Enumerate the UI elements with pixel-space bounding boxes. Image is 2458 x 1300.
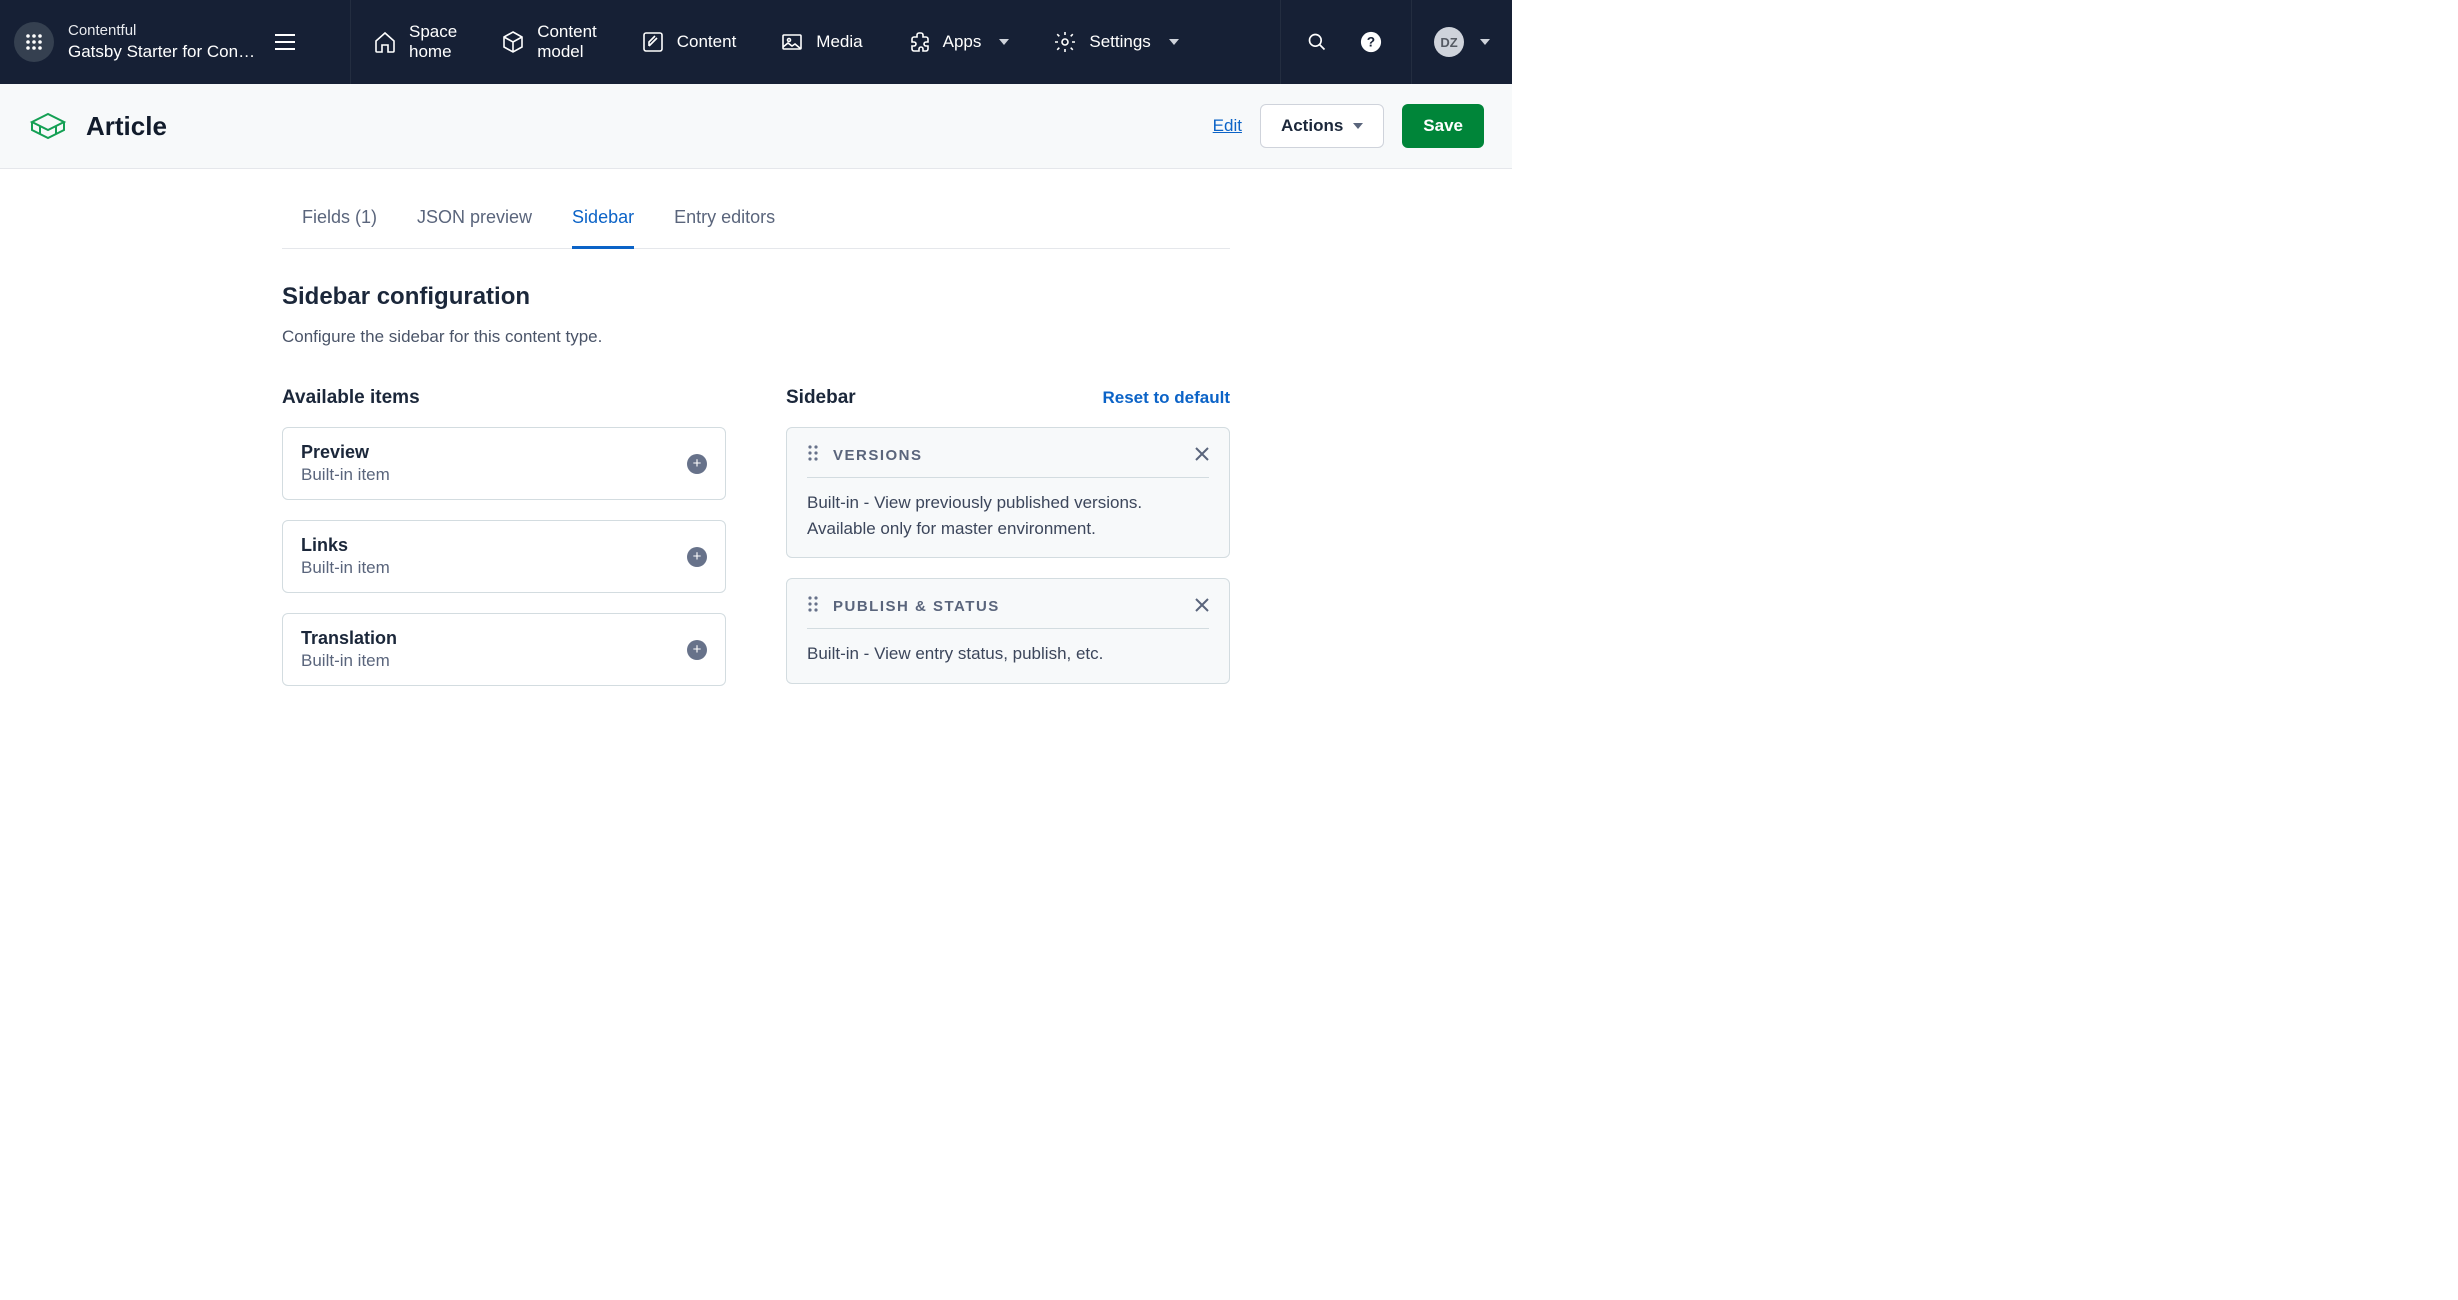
search-button[interactable] xyxy=(1303,28,1331,56)
space-selector[interactable]: Contentful Gatsby Starter for Con… xyxy=(68,21,255,63)
grid-icon xyxy=(25,33,43,51)
actions-label: Actions xyxy=(1281,116,1343,136)
chevron-down-icon xyxy=(1480,39,1490,45)
home-icon xyxy=(373,30,397,54)
nav-apps[interactable]: Apps xyxy=(885,0,1032,84)
nav-label: Settings xyxy=(1089,32,1150,52)
puzzle-icon xyxy=(907,30,931,54)
actions-button[interactable]: Actions xyxy=(1260,104,1384,148)
close-icon xyxy=(1195,447,1209,461)
sidebar-heading: Sidebar xyxy=(786,387,856,409)
nav-label: Media xyxy=(816,32,862,52)
available-item-title: Preview xyxy=(301,442,390,463)
remove-button[interactable] xyxy=(1195,596,1209,617)
drag-handle[interactable] xyxy=(807,595,819,618)
available-item-sub: Built-in item xyxy=(301,651,397,671)
available-item-links: Links Built-in item + xyxy=(282,520,726,593)
svg-text:?: ? xyxy=(1367,35,1375,50)
sidebar-config-section: Sidebar configuration Configure the side… xyxy=(282,249,1230,706)
nav-label: Contentmodel xyxy=(537,22,597,63)
top-navigation: Contentful Gatsby Starter for Con… Space… xyxy=(0,0,1512,84)
tab-sidebar[interactable]: Sidebar xyxy=(572,207,634,249)
reset-to-default-link[interactable]: Reset to default xyxy=(1102,388,1230,408)
add-button[interactable]: + xyxy=(687,454,707,474)
plus-icon: + xyxy=(693,642,702,657)
plus-icon: + xyxy=(693,456,702,471)
gear-icon xyxy=(1053,30,1077,54)
content-type-icon xyxy=(28,108,68,144)
tabs: Fields (1) JSON preview Sidebar Entry ed… xyxy=(282,179,1230,249)
workbench-actions: Edit Actions Save xyxy=(1213,104,1484,148)
available-item-sub: Built-in item xyxy=(301,558,390,578)
brand-label: Contentful xyxy=(68,21,255,41)
nav-content[interactable]: Content xyxy=(619,0,759,84)
sidebar-item-publish-status: PUBLISH & STATUS Built-in - View entry s… xyxy=(786,578,1230,684)
nav-content-model[interactable]: Contentmodel xyxy=(479,0,619,84)
sidebar-item-desc: Built-in - View entry status, publish, e… xyxy=(807,629,1209,667)
menu-icon xyxy=(275,34,295,50)
nav-space-home[interactable]: Spacehome xyxy=(351,0,479,84)
remove-button[interactable] xyxy=(1195,445,1209,466)
topnav-right: ? DZ xyxy=(1280,0,1512,84)
chevron-down-icon xyxy=(1353,123,1363,129)
nav-media[interactable]: Media xyxy=(758,0,884,84)
add-button[interactable]: + xyxy=(687,640,707,660)
space-name: Gatsby Starter for Con… xyxy=(68,41,255,63)
sidebar-items-column: Sidebar Reset to default VERSIONS Built-… xyxy=(786,387,1230,706)
available-item-title: Translation xyxy=(301,628,397,649)
main-content: Fields (1) JSON preview Sidebar Entry ed… xyxy=(282,169,1230,706)
nav-label: Spacehome xyxy=(409,22,457,63)
sidebar-item-title: PUBLISH & STATUS xyxy=(833,598,1181,615)
available-item-title: Links xyxy=(301,535,390,556)
sidebar-item-desc: Built-in - View previously published ver… xyxy=(807,478,1209,541)
section-heading: Sidebar configuration xyxy=(282,283,1230,311)
page-title: Article xyxy=(86,111,167,142)
available-items-column: Available items Preview Built-in item + … xyxy=(282,387,726,706)
save-button[interactable]: Save xyxy=(1402,104,1484,148)
drag-handle[interactable] xyxy=(807,444,819,467)
available-item-sub: Built-in item xyxy=(301,465,390,485)
config-columns: Available items Preview Built-in item + … xyxy=(282,387,1230,706)
available-heading: Available items xyxy=(282,387,420,409)
workbench-left: Article xyxy=(28,108,167,144)
tab-fields[interactable]: Fields (1) xyxy=(302,207,377,249)
drag-icon xyxy=(807,595,819,613)
edit-link[interactable]: Edit xyxy=(1213,116,1242,136)
nav-settings[interactable]: Settings xyxy=(1031,0,1200,84)
available-item-translation: Translation Built-in item + xyxy=(282,613,726,686)
drag-icon xyxy=(807,444,819,462)
chevron-down-icon xyxy=(999,39,1009,45)
topnav-main: Spacehome Contentmodel Content Media App… xyxy=(350,0,1280,84)
avatar-initials: DZ xyxy=(1440,35,1457,50)
search-icon xyxy=(1307,32,1327,52)
available-item-preview: Preview Built-in item + xyxy=(282,427,726,500)
avatar: DZ xyxy=(1434,27,1464,57)
topnav-left: Contentful Gatsby Starter for Con… xyxy=(0,0,350,84)
box-icon xyxy=(501,30,525,54)
nav-label: Content xyxy=(677,32,737,52)
tab-json-preview[interactable]: JSON preview xyxy=(417,207,532,249)
chevron-down-icon xyxy=(1169,39,1179,45)
section-description: Configure the sidebar for this content t… xyxy=(282,327,1230,347)
workbench-header: Article Edit Actions Save xyxy=(0,84,1512,169)
sidebar-item-versions: VERSIONS Built-in - View previously publ… xyxy=(786,427,1230,558)
plus-icon: + xyxy=(693,549,702,564)
close-icon xyxy=(1195,598,1209,612)
help-button[interactable]: ? xyxy=(1357,28,1385,56)
app-switcher-button[interactable] xyxy=(14,22,54,62)
media-icon xyxy=(780,30,804,54)
nav-label: Apps xyxy=(943,32,982,52)
sidebar-item-title: VERSIONS xyxy=(833,447,1181,464)
account-menu[interactable]: DZ xyxy=(1411,0,1490,84)
environment-menu-button[interactable] xyxy=(269,26,301,58)
add-button[interactable]: + xyxy=(687,547,707,567)
help-icon: ? xyxy=(1360,31,1382,53)
tab-entry-editors[interactable]: Entry editors xyxy=(674,207,775,249)
quill-icon xyxy=(641,30,665,54)
